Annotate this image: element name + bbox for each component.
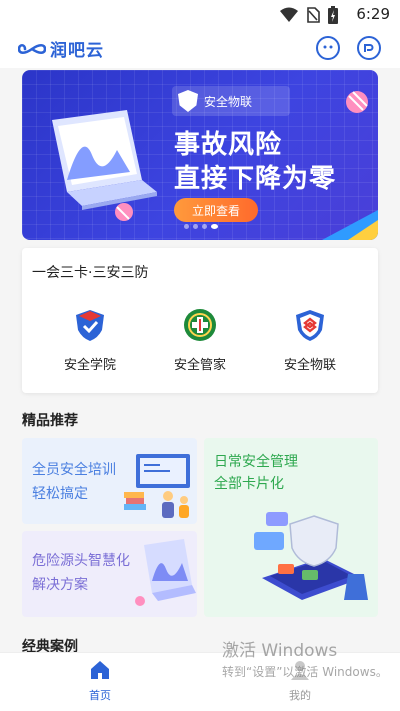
- clock: 6:29: [356, 5, 390, 23]
- home-icon: [91, 661, 109, 679]
- carousel-dot-active[interactable]: [211, 224, 218, 229]
- carousel-dot[interactable]: [184, 224, 189, 229]
- banner-headline-line1: 事故风险: [174, 130, 283, 160]
- laptop-chart-illustration: [135, 539, 196, 606]
- recommend-card-line1: 危险源头智慧化: [32, 553, 130, 569]
- promo-banner[interactable]: 安全物联 事故风险 直接下降为零 立即查看: [22, 70, 378, 240]
- app-logo[interactable]: 润吧云: [18, 36, 104, 61]
- watermark-line1: 激活 Windows: [222, 641, 338, 661]
- recommend-section-title: 精品推荐: [22, 413, 78, 429]
- status-icons: [280, 6, 338, 24]
- laptop-illustration: [52, 110, 157, 210]
- recommend-card-line1: 日常安全管理: [214, 454, 298, 470]
- decorative-ball-icon: [115, 203, 133, 221]
- app-label: 安全学院: [63, 358, 116, 373]
- windows-activation-watermark: 激活 Windows 转到“设置”以激活 Windows。: [222, 636, 388, 680]
- banner-cta-button[interactable]: 立即查看: [174, 198, 258, 222]
- recommend-card-training[interactable]: 全员安全培训 轻松搞定: [22, 438, 197, 524]
- shield-cross-badge-icon: [184, 309, 216, 341]
- carousel-indicator[interactable]: [184, 224, 218, 229]
- link-shield-icon: [296, 310, 324, 341]
- app-label: 安全管家: [173, 358, 226, 373]
- classroom-illustration: [124, 454, 190, 518]
- status-bar: 6:29: [0, 0, 400, 28]
- banner-brand-pill: 安全物联: [172, 86, 290, 116]
- tab-home[interactable]: 首页: [70, 659, 130, 703]
- watermark-line2: 转到“设置”以激活 Windows。: [222, 665, 388, 679]
- app-label: 安全物联: [283, 358, 336, 373]
- recommend-card-line1: 全员安全培训: [32, 462, 116, 478]
- recommend-card-line2: 全部卡片化: [214, 476, 284, 492]
- wifi-icon: [280, 7, 298, 22]
- no-sim-icon: [307, 7, 320, 23]
- shield-icon: [178, 90, 198, 112]
- chat-button[interactable]: [316, 36, 340, 60]
- recommend-card-hazard[interactable]: 危险源头智慧化 解决方案: [22, 531, 197, 617]
- app-header: 润吧云: [0, 28, 400, 68]
- logo-text: 润吧云: [50, 41, 104, 61]
- recommend-card-daily-management[interactable]: 日常安全管理 全部卡片化: [204, 438, 378, 617]
- battery-charging-icon: [328, 6, 338, 24]
- phone-shield-illustration: [254, 512, 368, 600]
- banner-headline-line2: 直接下降为零: [174, 164, 337, 194]
- app-safety-steward[interactable]: 安全管家: [160, 308, 240, 373]
- tab-label: 我的: [289, 689, 311, 702]
- chat-bubble-icon: [323, 45, 333, 49]
- recommend-card-line2: 轻松搞定: [32, 486, 88, 502]
- decorative-ball-icon: [346, 91, 368, 113]
- decorative-wedge-icon: [322, 210, 378, 240]
- carousel-dot[interactable]: [202, 224, 207, 229]
- carousel-dot[interactable]: [193, 224, 198, 229]
- recommend-card-line2: 解决方案: [32, 577, 88, 593]
- tab-label: 首页: [89, 689, 111, 702]
- infinity-logo-icon: [18, 43, 46, 54]
- app-safety-iot[interactable]: 安全物联: [270, 308, 350, 373]
- profile-button[interactable]: [357, 36, 381, 60]
- feature-card-title: 一会三卡·三安三防: [32, 265, 149, 281]
- feature-card: 一会三卡·三安三防 安全学院 安全管家 安全物联: [22, 248, 378, 393]
- graduation-shield-icon: [76, 310, 104, 341]
- app-safety-academy[interactable]: 安全学院: [50, 308, 130, 373]
- profile-badge-icon: [364, 44, 374, 52]
- banner-brand-label: 安全物联: [204, 94, 253, 109]
